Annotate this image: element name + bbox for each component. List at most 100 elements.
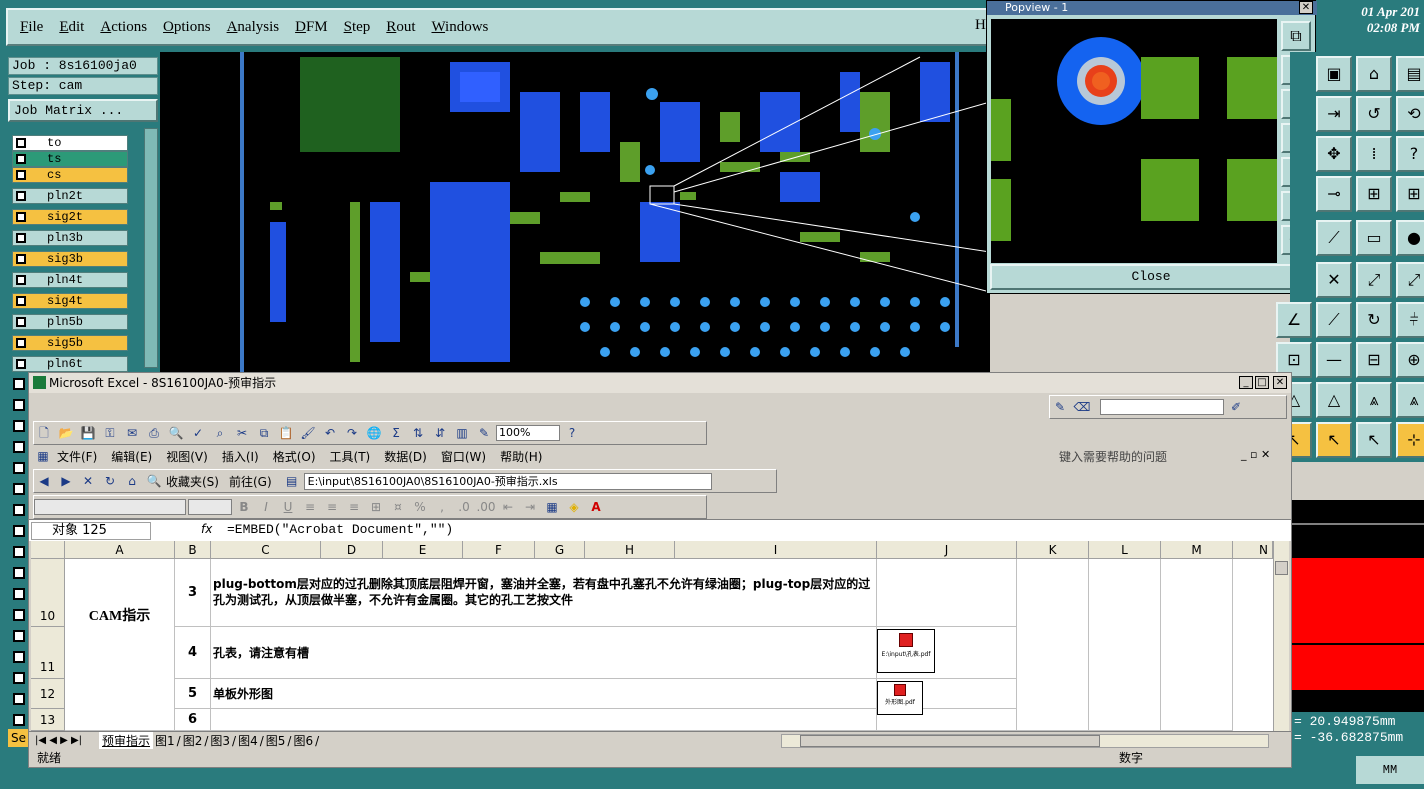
menu-help-partial[interactable]: H [975, 17, 986, 34]
format-painter-icon[interactable]: 🖌 [298, 424, 318, 442]
layer-checkbox[interactable] [16, 233, 26, 243]
font-size-select[interactable] [188, 499, 232, 515]
layer-row[interactable]: sig4t [12, 293, 128, 309]
chart-wizard-icon[interactable]: ▥ [452, 424, 472, 442]
autosum-icon[interactable]: Σ [386, 424, 406, 442]
cut-icon[interactable]: ✂ [232, 424, 252, 442]
tool-button[interactable]: ▭ [1356, 220, 1392, 256]
close-icon[interactable]: ✕ [1273, 376, 1287, 389]
empty-cell[interactable] [1161, 559, 1233, 731]
copy-icon[interactable]: ⧉ [254, 424, 274, 442]
layer-checkbox[interactable] [16, 359, 26, 369]
layer-checkbox[interactable] [16, 338, 26, 348]
tool-button[interactable]: ⫩ [1396, 302, 1424, 338]
menu-rout[interactable]: Rout [386, 19, 415, 36]
italic-icon[interactable]: I [256, 498, 276, 516]
tool-button[interactable]: ⩓ [1396, 382, 1424, 418]
tool-button[interactable]: ⊸ [1316, 176, 1352, 212]
pdf-embed-object[interactable]: E:\input\孔表.pdf [877, 629, 935, 673]
popview-tool-button[interactable]: ⧉ [1281, 21, 1311, 51]
fx-icon[interactable]: fx [201, 522, 212, 536]
permission-icon[interactable]: ⚿ [100, 424, 120, 442]
column-header[interactable]: F [463, 541, 535, 559]
item-text-cell[interactable]: 孔表，请注意有槽 [211, 627, 877, 679]
tab-scroll-icon[interactable]: |◀ ◀ ▶ ▶| [35, 732, 82, 750]
tool-button[interactable]: ✕ [1316, 262, 1352, 298]
tab-sheet[interactable]: 图4 [238, 732, 258, 750]
help-search-input[interactable]: 键入需要帮助的问题 [1059, 448, 1235, 464]
tool-button[interactable]: ↺ [1356, 96, 1392, 132]
job-matrix-button[interactable]: Job Matrix ... [8, 99, 158, 122]
align-left-icon[interactable]: ≡ [300, 498, 320, 516]
tab-sheet[interactable]: 图5 [266, 732, 286, 750]
tab-sheet[interactable]: 图2 [183, 732, 203, 750]
tool-button[interactable]: ⊞ [1356, 176, 1392, 212]
popview-close-button[interactable]: Close [990, 264, 1312, 290]
layer-row[interactable]: pln5b [12, 314, 128, 330]
font-select[interactable] [34, 499, 186, 515]
menu-format[interactable]: 格式(O) [273, 448, 316, 465]
item-text-cell[interactable] [211, 709, 877, 731]
font-color-icon[interactable]: A [586, 498, 606, 516]
empty-cell[interactable] [1089, 559, 1161, 731]
stop-icon[interactable]: ✕ [78, 472, 98, 490]
sort-desc-icon[interactable]: ⇵ [430, 424, 450, 442]
pdf-embed-object[interactable]: 外形图.pdf [877, 681, 923, 715]
line-style-select[interactable] [1100, 399, 1224, 415]
align-center-icon[interactable]: ≡ [322, 498, 342, 516]
spelling-icon[interactable]: ✓ [188, 424, 208, 442]
menu-file[interactable]: File [20, 19, 43, 36]
increase-indent-icon[interactable]: ⇥ [520, 498, 540, 516]
print-preview-icon[interactable]: 🔍 [166, 424, 186, 442]
tool-button[interactable]: ⊹ [1396, 422, 1424, 458]
home-icon[interactable]: ⌂ [122, 472, 142, 490]
tool-button[interactable]: ∠ [1276, 302, 1312, 338]
attachment-cell[interactable] [877, 559, 1017, 627]
vertical-scrollbar[interactable] [1273, 541, 1289, 731]
tool-button[interactable]: ⌂ [1356, 56, 1392, 92]
cam-label-cell[interactable]: CAM指示 [65, 559, 175, 731]
column-header[interactable]: B [175, 541, 211, 559]
name-box[interactable]: 对象 125 [31, 522, 151, 540]
align-right-icon[interactable]: ≡ [344, 498, 364, 516]
column-header[interactable]: D [321, 541, 383, 559]
menu-edit[interactable]: Edit [59, 19, 84, 36]
search-web-icon[interactable]: 🔍 [144, 472, 164, 490]
tool-button[interactable]: ✥ [1316, 136, 1352, 172]
tool-button[interactable]: ↖ [1316, 422, 1352, 458]
tool-button[interactable]: ⤢ [1396, 262, 1424, 298]
menu-window[interactable]: 窗口(W) [441, 448, 486, 465]
help-icon[interactable]: ? [562, 424, 582, 442]
layer-row[interactable]: ts [12, 151, 128, 167]
layer-row[interactable]: pln4t [12, 272, 128, 288]
redo-icon[interactable]: ↷ [342, 424, 362, 442]
new-icon[interactable]: 🗋 [34, 424, 54, 442]
menu-options[interactable]: Options [163, 19, 211, 36]
layer-row[interactable]: sig3b [12, 251, 128, 267]
tool-button[interactable]: ▤ [1396, 56, 1424, 92]
comma-icon[interactable]: , [432, 498, 452, 516]
menu-analysis[interactable]: Analysis [227, 19, 280, 36]
fill-color-icon[interactable]: ◈ [564, 498, 584, 516]
layer-row[interactable]: sig2t [12, 209, 128, 225]
print-icon[interactable]: ⎙ [144, 424, 164, 442]
layer-scrollbar[interactable] [144, 128, 158, 368]
tool-button[interactable]: ⟲ [1396, 96, 1424, 132]
layer-checkbox[interactable] [16, 212, 26, 222]
menu-tools[interactable]: 工具(T) [330, 448, 371, 465]
column-header[interactable]: E [383, 541, 463, 559]
sort-asc-icon[interactable]: ⇅ [408, 424, 428, 442]
line-color-icon[interactable]: ✐ [1226, 398, 1246, 416]
empty-cell[interactable] [1017, 559, 1089, 731]
layer-checkbox[interactable] [16, 138, 26, 148]
layer-row[interactable]: cs [12, 167, 128, 183]
formula-input[interactable]: =EMBED("Acrobat Document","") [227, 522, 453, 537]
tab-sheet[interactable]: 图6 [293, 732, 313, 750]
column-header[interactable]: N [1233, 541, 1273, 559]
tool-button[interactable]: ▣ [1316, 56, 1352, 92]
refresh-icon[interactable]: ↻ [100, 472, 120, 490]
item-number-cell[interactable]: 5 [175, 679, 211, 709]
layer-checkbox[interactable] [16, 191, 26, 201]
tool-button[interactable]: ↖ [1356, 422, 1392, 458]
column-header[interactable]: I [675, 541, 877, 559]
